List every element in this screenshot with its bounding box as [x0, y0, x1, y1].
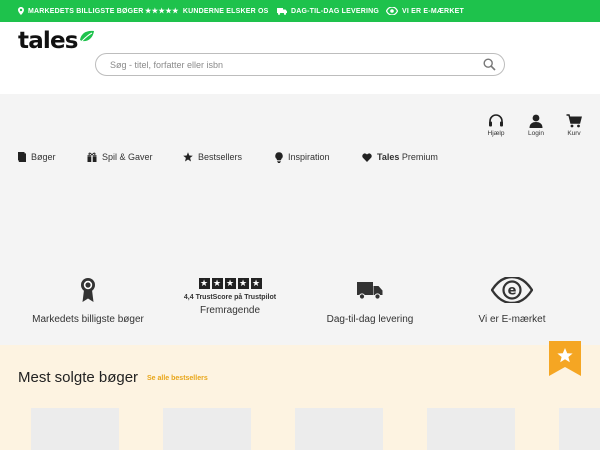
- nav-item-games[interactable]: Spil & Gaver: [87, 150, 153, 164]
- feature-delivery: Dag-til-dag levering: [300, 276, 440, 325]
- trustpilot-star-icon: ★: [224, 278, 236, 289]
- search-input[interactable]: [110, 57, 470, 73]
- search-bar[interactable]: [95, 53, 505, 76]
- help-link[interactable]: Hjælp: [481, 114, 511, 137]
- trustpilot-rating-label: Fremragende: [199, 305, 261, 316]
- feature-trustpilot[interactable]: ★ ★ ★ ★ ★ 4,4 TrustScore på Trustpilot F…: [160, 276, 300, 316]
- book-icon: [18, 152, 26, 162]
- bestsellers-section: Mest solgte bøger Se alle bestsellers: [0, 341, 600, 450]
- cart-icon: [566, 114, 582, 128]
- login-label: Login: [528, 130, 544, 137]
- nav-games-label: Spil & Gaver: [102, 152, 153, 162]
- nav-item-bestsellers[interactable]: Bestsellers: [183, 150, 242, 164]
- award-ribbon-icon: [81, 278, 95, 302]
- book-card[interactable]: [559, 408, 600, 450]
- book-card[interactable]: [31, 408, 119, 450]
- location-pin-icon: [18, 7, 24, 15]
- trustpilot-stars: ★ ★ ★ ★ ★: [160, 278, 300, 289]
- login-link[interactable]: Login: [521, 114, 551, 137]
- topbar-cheapest-label: MARKEDETS BILLIGSTE BØGER: [28, 7, 144, 15]
- star-icon: [183, 152, 193, 162]
- see-all-bestsellers-link[interactable]: Se alle bestsellers: [147, 375, 208, 382]
- nav-item-inspiration[interactable]: Inspiration: [275, 150, 330, 164]
- heart-icon: [362, 152, 372, 162]
- topbar-emark-label: VI ER E-MÆRKET: [402, 7, 464, 15]
- truck-icon: [277, 7, 287, 15]
- topbar-delivery-label: DAG-TIL-DAG LEVERING: [291, 7, 379, 15]
- topbar-reviews[interactable]: ★★★★★ KUNDERNE ELSKER OS: [145, 0, 269, 22]
- feature-emark-label: Vi er E-mærket: [478, 314, 546, 325]
- feature-cheapest: Markedets billigste bøger: [18, 276, 158, 325]
- nav-premium-bold: Tales: [377, 152, 400, 162]
- trustpilot-star-icon: ★: [211, 278, 223, 289]
- feature-delivery-label: Dag-til-dag levering: [326, 314, 414, 325]
- feature-cheapest-label: Markedets billigste bøger: [32, 314, 144, 325]
- help-label: Hjælp: [487, 130, 505, 137]
- user-icon: [529, 114, 543, 128]
- tales-logo[interactable]: tales: [18, 29, 95, 57]
- trustpilot-star-icon: ★: [237, 278, 249, 289]
- topbar-emark: VI ER E-MÆRKET: [386, 0, 464, 22]
- topbar-cheapest: MARKEDETS BILLIGSTE BØGER: [18, 0, 143, 22]
- section-title: Mest solgte bøger: [18, 369, 139, 386]
- svg-text:e: e: [508, 284, 517, 299]
- headset-icon: [489, 114, 503, 127]
- topbar-delivery: DAG-TIL-DAG LEVERING: [277, 0, 379, 22]
- book-card[interactable]: [295, 408, 383, 450]
- nav-bestsellers-label: Bestsellers: [198, 152, 243, 162]
- trustpilot-star-icon: ★: [198, 278, 210, 289]
- leaf-logo-icon: [79, 30, 94, 42]
- lightbulb-icon: [275, 151, 283, 163]
- book-card[interactable]: [427, 408, 515, 450]
- e-maerket-eye-icon: e: [491, 277, 533, 303]
- cart-label: Kurv: [567, 130, 581, 137]
- nav-item-premium[interactable]: Tales Premium: [362, 150, 438, 164]
- topbar-reviews-label: KUNDERNE ELSKER OS: [182, 7, 269, 15]
- eye-icon: [386, 7, 398, 15]
- logo-text: tales: [18, 28, 78, 54]
- trustpilot-star-icon: ★: [250, 278, 262, 289]
- nav-books-label: Bøger: [31, 152, 56, 162]
- nav-premium-label: Premium: [401, 152, 438, 162]
- bestseller-star-ribbon-icon: [549, 341, 581, 376]
- top-info-bar: MARKEDETS BILLIGSTE BØGER ★★★★★ KUNDERNE…: [0, 0, 600, 22]
- trustpilot-score: 4,4 TrustScore på Trustpilot: [183, 294, 277, 301]
- rating-stars-icon: ★★★★★: [145, 8, 179, 15]
- search-icon[interactable]: [483, 58, 496, 71]
- feature-emark: e Vi er E-mærket: [442, 276, 582, 325]
- nav-inspiration-label: Inspiration: [288, 152, 330, 162]
- book-card[interactable]: [163, 408, 251, 450]
- cart-link[interactable]: Kurv: [559, 114, 589, 137]
- nav-item-books[interactable]: Bøger: [18, 150, 56, 164]
- gift-icon: [87, 152, 97, 162]
- delivery-truck-icon: [357, 282, 383, 300]
